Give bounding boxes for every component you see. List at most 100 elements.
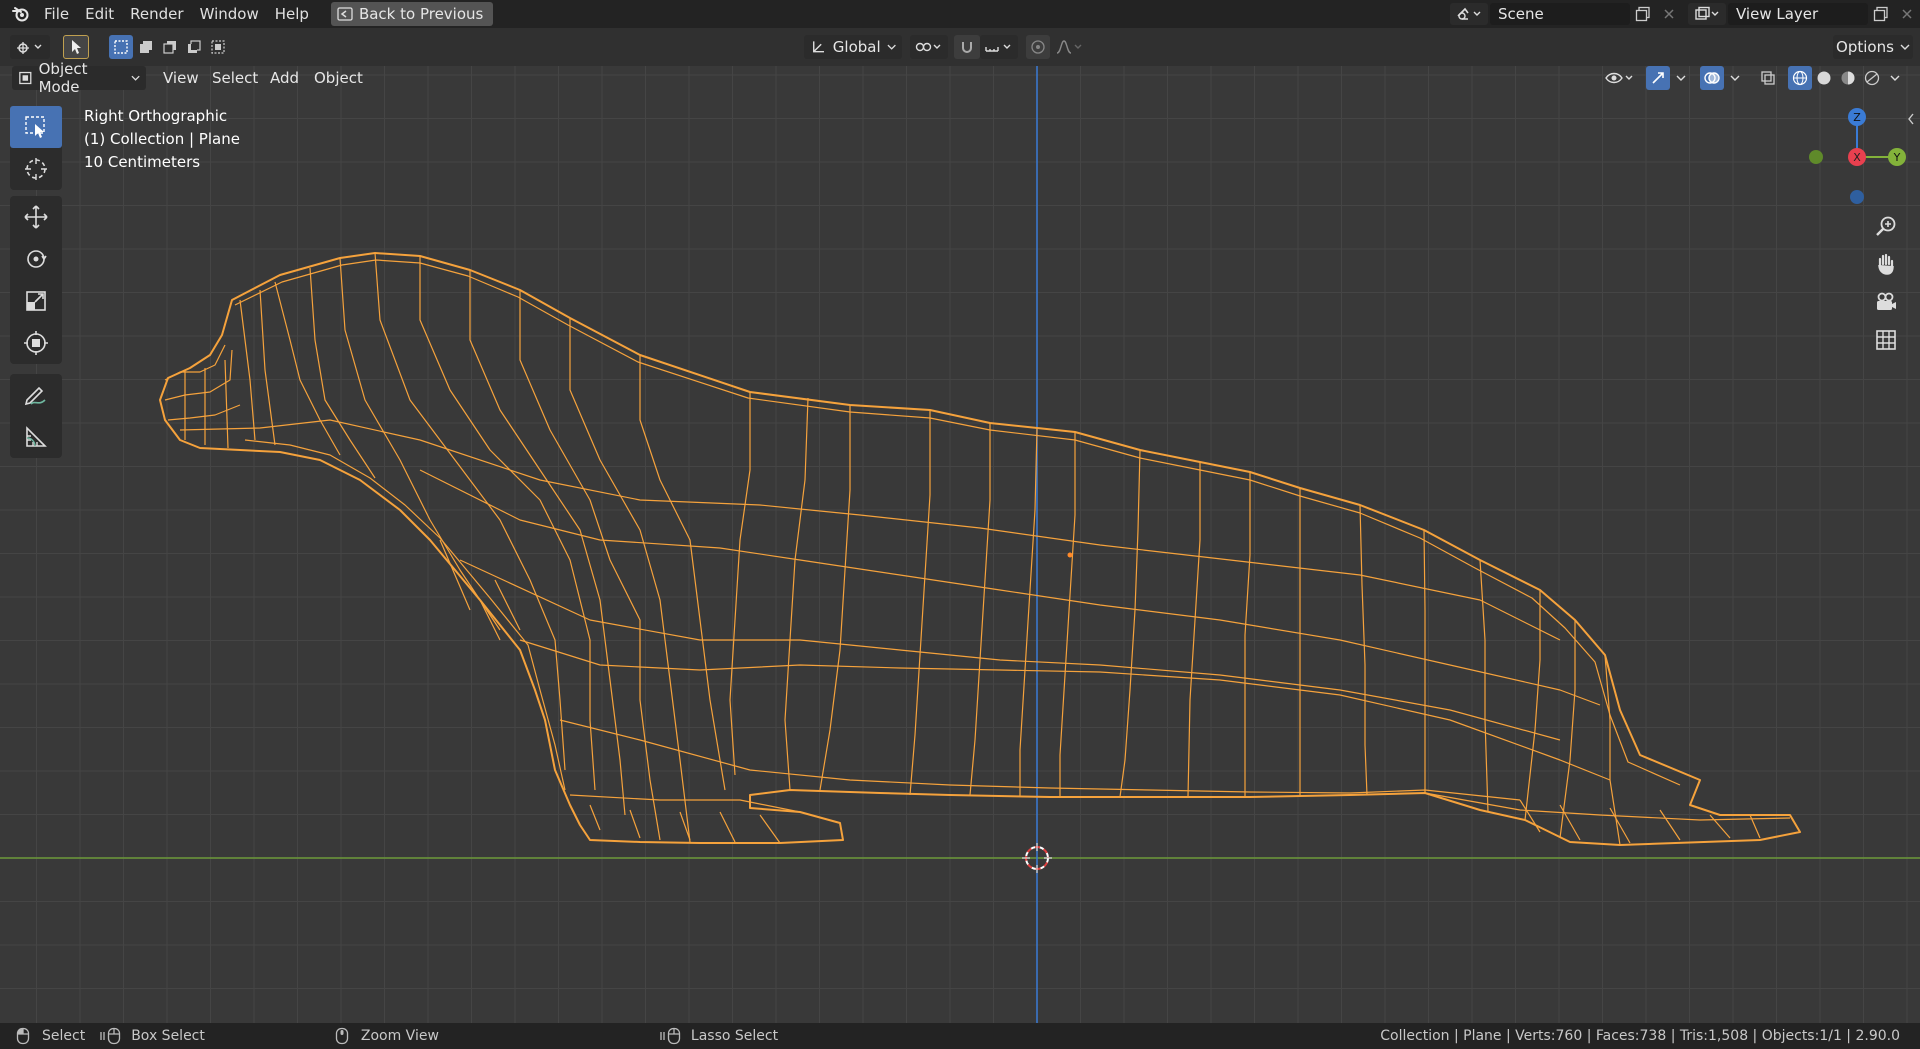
gizmo-options-dropdown[interactable] bbox=[1672, 66, 1690, 90]
delete-scene-button[interactable] bbox=[1656, 3, 1682, 25]
xray-icon bbox=[1761, 71, 1775, 85]
snap-increment-icon bbox=[985, 44, 1011, 52]
shading-options-dropdown[interactable] bbox=[1886, 66, 1904, 90]
tool-header: Global Options bbox=[0, 28, 1920, 66]
chevron-down-icon bbox=[1890, 75, 1900, 81]
shading-wireframe-button[interactable] bbox=[1788, 66, 1812, 90]
seal-mesh-wireframe[interactable] bbox=[159, 252, 1801, 846]
options-dropdown[interactable]: Options bbox=[1833, 35, 1913, 59]
menu-file[interactable]: File bbox=[36, 3, 77, 25]
toggle-perspective-button[interactable] bbox=[1868, 322, 1904, 358]
chevron-down-icon bbox=[887, 44, 896, 50]
proportional-editing-toggle[interactable] bbox=[1026, 35, 1050, 59]
viewport-menu-add[interactable]: Add bbox=[262, 66, 307, 90]
copy-icon bbox=[1873, 6, 1888, 22]
menu-window[interactable]: Window bbox=[192, 3, 267, 25]
back-to-previous-button[interactable]: Back to Previous bbox=[330, 2, 494, 26]
new-scene-button[interactable] bbox=[1630, 3, 1656, 25]
menu-edit[interactable]: Edit bbox=[77, 3, 122, 25]
shading-rendered-button[interactable] bbox=[1860, 66, 1884, 90]
scale-tool[interactable] bbox=[10, 280, 62, 322]
transform-tool[interactable] bbox=[10, 322, 62, 364]
viewport-menu-object[interactable]: Object bbox=[306, 66, 371, 90]
mouse-middle-icon bbox=[335, 1027, 349, 1045]
view-layer-selector-button[interactable] bbox=[1688, 3, 1726, 25]
viewport-menu-select[interactable]: Select bbox=[204, 66, 266, 90]
move-tool[interactable] bbox=[10, 196, 62, 238]
select-box-tool[interactable] bbox=[10, 106, 62, 148]
select-box-icon bbox=[25, 116, 45, 138]
menu-help[interactable]: Help bbox=[267, 3, 317, 25]
rotate-tool[interactable] bbox=[10, 238, 62, 280]
select-mode-intersect-button[interactable] bbox=[206, 35, 230, 59]
viewport-menu-view[interactable]: View bbox=[155, 66, 207, 90]
3d-viewport[interactable] bbox=[0, 66, 1920, 1023]
overlays-toggle[interactable] bbox=[1700, 66, 1724, 90]
view-layer-name-field[interactable]: View Layer bbox=[1728, 3, 1868, 25]
gizmo-neg-y-handle[interactable] bbox=[1809, 150, 1823, 164]
snap-target-select[interactable] bbox=[980, 35, 1018, 59]
ruler-icon bbox=[26, 426, 47, 447]
tweak-tool-button[interactable] bbox=[63, 35, 89, 59]
magnet-icon bbox=[962, 42, 972, 53]
wireframe-sphere-icon bbox=[1792, 70, 1808, 86]
pan-view-button[interactable] bbox=[1868, 246, 1904, 282]
delete-view-layer-button[interactable] bbox=[1894, 3, 1920, 25]
scene-icon bbox=[1457, 7, 1481, 20]
editor-type-button[interactable] bbox=[10, 35, 50, 59]
visibility-select[interactable] bbox=[1600, 66, 1638, 90]
select-subtract-icon bbox=[163, 41, 176, 54]
transform-orientation-select[interactable]: Global bbox=[804, 35, 902, 59]
falloff-curve-icon bbox=[1056, 40, 1082, 54]
rendered-sphere-icon bbox=[1864, 70, 1880, 86]
hand-icon bbox=[1878, 253, 1894, 275]
snap-toggle-button[interactable] bbox=[954, 35, 980, 59]
object-mode-label: Object Mode bbox=[38, 60, 88, 96]
select-extend-icon bbox=[140, 41, 152, 53]
object-origin[interactable] bbox=[1067, 552, 1073, 558]
scale-icon bbox=[26, 291, 46, 311]
back-to-previous-label: Back to Previous bbox=[358, 5, 484, 23]
status-box-select-label: Box Select bbox=[131, 1028, 205, 1044]
new-view-layer-button[interactable] bbox=[1868, 3, 1894, 25]
gizmo-neg-z-handle[interactable] bbox=[1850, 190, 1864, 204]
select-mode-extend-button[interactable] bbox=[134, 35, 158, 59]
scene-name-field[interactable]: Scene bbox=[1490, 3, 1630, 25]
navigation-gizmo[interactable]: Z X Y bbox=[1800, 104, 1910, 214]
select-mode-new-button[interactable] bbox=[109, 35, 133, 59]
blender-logo-icon[interactable] bbox=[6, 0, 36, 28]
overlays-options-dropdown[interactable] bbox=[1726, 66, 1744, 90]
cursor-arrow-icon bbox=[72, 40, 81, 54]
view-name-label: Right Orthographic bbox=[84, 107, 228, 125]
mouse-drag-icon bbox=[100, 1027, 121, 1045]
chevron-down-icon bbox=[131, 75, 140, 81]
select-mode-invert-button[interactable] bbox=[182, 35, 206, 59]
object-mode-select[interactable]: Object Mode bbox=[12, 60, 146, 96]
measure-tool[interactable] bbox=[10, 416, 62, 458]
annotate-tool[interactable] bbox=[10, 374, 62, 416]
menu-render[interactable]: Render bbox=[122, 3, 191, 25]
proportional-falloff-select[interactable] bbox=[1052, 35, 1088, 59]
material-sphere-icon bbox=[1841, 71, 1855, 85]
status-select-label: Select bbox=[42, 1028, 86, 1044]
select-mode-subtract-button[interactable] bbox=[158, 35, 182, 59]
pivot-icon bbox=[915, 42, 941, 52]
mouse-drag-icon bbox=[660, 1027, 681, 1045]
shading-solid-button[interactable] bbox=[1812, 66, 1836, 90]
pivot-point-select[interactable] bbox=[910, 35, 948, 59]
object-mode-icon bbox=[19, 71, 32, 85]
gizmo-z-label: Z bbox=[1853, 111, 1861, 124]
scene-selector-button[interactable] bbox=[1450, 3, 1488, 25]
gizmo-toggle[interactable] bbox=[1646, 66, 1670, 90]
zoom-view-button[interactable] bbox=[1868, 208, 1904, 244]
camera-view-button[interactable] bbox=[1868, 284, 1904, 320]
select-invert-icon bbox=[188, 40, 201, 53]
gizmo-icon bbox=[1652, 72, 1664, 84]
viewport-canvas[interactable] bbox=[0, 66, 1920, 1023]
transform-icon bbox=[24, 331, 48, 355]
xray-toggle[interactable] bbox=[1756, 66, 1780, 90]
shading-material-button[interactable] bbox=[1836, 66, 1860, 90]
cursor-tool[interactable] bbox=[10, 148, 62, 190]
close-icon bbox=[1902, 9, 1912, 19]
sidebar-toggle-button[interactable] bbox=[1906, 112, 1920, 132]
